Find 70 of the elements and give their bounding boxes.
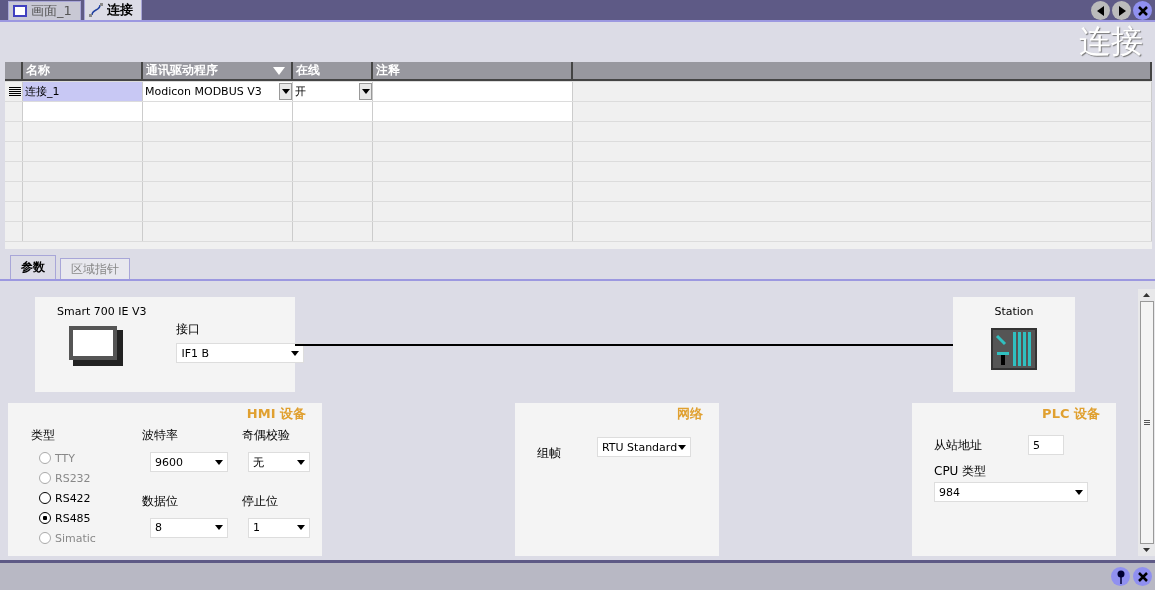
- dropdown-field[interactable]: 无: [247, 452, 310, 472]
- station-name: Station: [994, 305, 1034, 318]
- pin-button[interactable]: [1111, 567, 1130, 586]
- plc-icon: [991, 328, 1037, 370]
- radio-label: RS485: [55, 511, 91, 525]
- radio-label: TTY: [55, 451, 75, 465]
- table-cell[interactable]: [293, 102, 373, 121]
- right-arrow-icon: [1116, 5, 1127, 16]
- section-title: 网络: [677, 405, 703, 423]
- pin-icon: [1115, 569, 1126, 584]
- section-title: HMI 设备: [246, 405, 306, 423]
- close-button[interactable]: [1133, 1, 1152, 20]
- scroll-up-icon[interactable]: [1143, 293, 1150, 297]
- dropdown-field[interactable]: 984: [934, 482, 1088, 502]
- dropdown-arrow-icon: [296, 459, 305, 465]
- dropdown-field[interactable]: 开: [293, 82, 373, 101]
- table-cell[interactable]: [143, 102, 293, 121]
- scroll-down-icon[interactable]: [1143, 548, 1150, 552]
- section-title: PLC 设备: [1042, 405, 1100, 423]
- radio-button[interactable]: [39, 512, 51, 524]
- field-label: 数据位: [141, 492, 179, 510]
- dropdown-field[interactable]: Modicon MODBUS V3: [143, 82, 293, 101]
- dropdown-arrow-icon: [361, 89, 370, 94]
- dropdown-arrow-icon: [1075, 489, 1083, 495]
- table-cell[interactable]: [23, 102, 143, 121]
- corner-header[interactable]: [5, 62, 23, 81]
- radio-label: Simatic: [55, 531, 96, 545]
- close-icon: [1137, 571, 1148, 582]
- dropdown-arrow-icon: [296, 525, 305, 530]
- frame-label: 组帧: [537, 445, 561, 462]
- cpu-type-label: CPU 类型: [934, 463, 988, 480]
- left-arrow-icon: [1095, 5, 1106, 16]
- close-icon: [1137, 5, 1148, 16]
- field-label: 奇偶校验: [241, 427, 291, 444]
- table-cell[interactable]: [373, 82, 573, 101]
- interface-label: 接口: [176, 321, 202, 338]
- slave-address-label: 从站地址: [934, 436, 982, 454]
- dropdown-field[interactable]: IF1 B: [176, 343, 305, 363]
- table-cell[interactable]: [373, 102, 573, 121]
- editor-title: 连接: [1079, 21, 1143, 62]
- next-button[interactable]: [1112, 1, 1131, 20]
- dropdown-field[interactable]: RTU Standard: [597, 437, 691, 457]
- dropdown-arrow-icon: [214, 525, 223, 530]
- editor-tab[interactable]: 画面_1: [8, 1, 81, 20]
- screen-icon: [13, 5, 27, 17]
- touch-panel-icon: [69, 326, 123, 366]
- radio-label: RS232: [55, 471, 91, 485]
- dropdown-arrow-icon: [291, 350, 300, 356]
- dropdown-arrow-icon: [678, 444, 686, 450]
- radio-button[interactable]: [39, 492, 51, 504]
- slave-address-field[interactable]: 5: [1028, 435, 1064, 455]
- field-label: 波特率: [141, 427, 179, 444]
- device-name: Smart 700 IE V3: [57, 305, 147, 318]
- editor-tab[interactable]: 连接: [83, 0, 142, 20]
- dropdown-field[interactable]: 9600: [149, 452, 228, 472]
- dropdown-field[interactable]: 8: [149, 517, 228, 538]
- dropdown-arrow-icon: [214, 459, 223, 465]
- field-label: 停止位: [241, 492, 279, 510]
- grip-icon: [1143, 420, 1150, 425]
- dropdown-field[interactable]: 1: [247, 517, 310, 538]
- close-button[interactable]: [1133, 567, 1152, 586]
- previous-button[interactable]: [1091, 1, 1110, 20]
- type-label: 类型: [31, 427, 56, 444]
- dropdown-arrow-icon: [281, 89, 290, 94]
- connection-icon: [88, 2, 103, 17]
- table-cell[interactable]: 连接_1: [23, 82, 143, 101]
- parameter-tab[interactable]: 参数: [10, 255, 56, 279]
- radio-label: RS422: [55, 491, 91, 505]
- sort-icon: [273, 66, 285, 75]
- scrollbar[interactable]: [1138, 289, 1155, 556]
